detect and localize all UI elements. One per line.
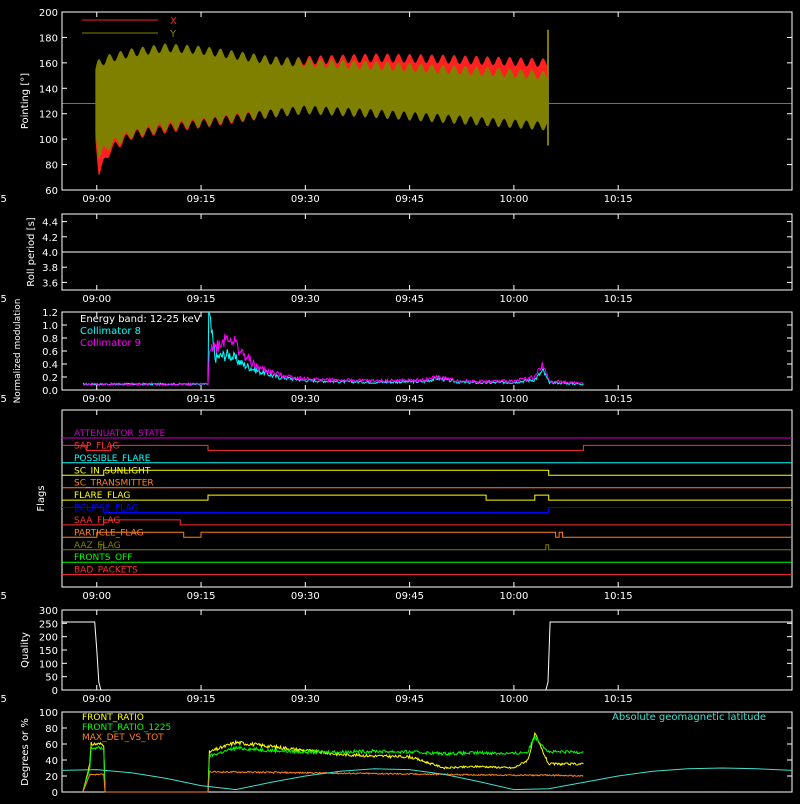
y-tick-label: 20 bbox=[45, 772, 58, 783]
x-tick-label: 09:00 bbox=[82, 294, 111, 305]
y-tick-label: 80 bbox=[45, 724, 58, 735]
x-tick-label: 09:15 bbox=[187, 591, 216, 602]
y-tick-label: 0.4 bbox=[42, 360, 58, 371]
legend-label-ratio: FRONT_RATIO_1225 bbox=[82, 723, 171, 733]
y-tick-label: 160 bbox=[39, 59, 58, 70]
y-tick-label: 120 bbox=[39, 110, 58, 121]
x-tick-label: 08:45 bbox=[0, 591, 7, 602]
y-tick-label: 4.0 bbox=[42, 248, 58, 259]
legend-label-y: Y bbox=[169, 29, 177, 40]
y-tick-label: 180 bbox=[39, 33, 58, 44]
x-tick-label: 09:45 bbox=[395, 694, 424, 705]
y-tick-label: 60 bbox=[45, 740, 58, 751]
y-tick-label: 250 bbox=[39, 619, 58, 630]
y-tick-label: 60 bbox=[45, 186, 58, 197]
x-tick-label: 10:00 bbox=[499, 591, 528, 602]
x-tick-label: 08:45 bbox=[0, 194, 7, 205]
x-tick-label: 09:15 bbox=[187, 294, 216, 305]
flag-label: SAP_FLAG bbox=[74, 441, 119, 451]
x-tick-label: 09:00 bbox=[82, 394, 111, 405]
y-tick-label: 40 bbox=[45, 756, 58, 767]
y-tick-label: 300 bbox=[39, 606, 58, 617]
y-tick-label: 150 bbox=[39, 646, 58, 657]
x-tick-label: 09:30 bbox=[291, 194, 320, 205]
x-tick-label: 08:45 bbox=[0, 394, 7, 405]
x-tick-label: 09:45 bbox=[395, 294, 424, 305]
y-tick-label: 200 bbox=[39, 8, 58, 19]
y-tick-label: 4.4 bbox=[42, 218, 58, 229]
y-axis-label: Roll period [s] bbox=[26, 217, 37, 286]
y-tick-label: 100 bbox=[39, 135, 58, 146]
flag-label: FRONTS_OFF bbox=[74, 553, 132, 563]
y-tick-label: 200 bbox=[39, 633, 58, 644]
x-tick-label: 10:15 bbox=[604, 294, 633, 305]
flag-label: ATTENUATOR_STATE bbox=[74, 429, 166, 439]
x-tick-label: 09:45 bbox=[395, 394, 424, 405]
legend-label-ratio: MAX_DET_VS_TOT bbox=[82, 733, 164, 743]
y-axis-label: Pointing [°] bbox=[20, 73, 31, 129]
y-tick-label: 3.6 bbox=[42, 278, 58, 289]
x-tick-label: 09:30 bbox=[291, 294, 320, 305]
y-tick-label: 140 bbox=[39, 84, 58, 95]
x-tick-label: 09:15 bbox=[187, 194, 216, 205]
y-tick-label: 0.2 bbox=[42, 373, 58, 384]
y-tick-label: 4.2 bbox=[42, 233, 58, 244]
legend-label-latitude: Absolute geomagnetic latitude bbox=[612, 712, 766, 723]
y-tick-label: 100 bbox=[39, 659, 58, 670]
y-tick-label: 0 bbox=[52, 788, 58, 799]
flag-label: BAD_PACKETS bbox=[74, 566, 138, 576]
x-tick-label: 10:15 bbox=[604, 194, 633, 205]
x-tick-label: 09:00 bbox=[82, 591, 111, 602]
x-tick-label: 09:15 bbox=[187, 394, 216, 405]
flag-label: PARTICLE_FLAG bbox=[74, 528, 144, 538]
x-tick-label: 08:45 bbox=[0, 694, 7, 705]
legend-label-collimator: Collimator 9 bbox=[80, 338, 141, 349]
x-tick-label: 09:45 bbox=[395, 591, 424, 602]
y-axis-label: Flags bbox=[36, 485, 47, 511]
flag-label: SC_IN_SUNLIGHT bbox=[74, 466, 151, 476]
y-tick-label: 80 bbox=[45, 161, 58, 172]
legend-label-ratio: FRONT_RATIO bbox=[82, 713, 144, 723]
flag-label: SC_TRANSMITTER bbox=[74, 479, 154, 489]
y-tick-label: 0 bbox=[52, 686, 58, 697]
y-tick-label: 0.8 bbox=[42, 334, 58, 345]
y-axis-label: Degrees or % bbox=[20, 718, 31, 786]
x-tick-label: 10:15 bbox=[604, 591, 633, 602]
x-tick-label: 09:15 bbox=[187, 694, 216, 705]
y-axis-label: Normalized modulation bbox=[13, 299, 23, 404]
x-tick-label: 10:15 bbox=[604, 694, 633, 705]
orbit-summary-chart: 608010012014016018020008:4509:0009:1509:… bbox=[0, 0, 800, 800]
legend-label-x: X bbox=[170, 16, 177, 27]
x-tick-label: 09:00 bbox=[82, 694, 111, 705]
y-tick-label: 1.0 bbox=[42, 321, 58, 332]
legend-title: Energy band: 12-25 keV bbox=[80, 314, 201, 325]
flag-label: AAZ_FLAG bbox=[74, 541, 121, 551]
x-tick-label: 09:30 bbox=[291, 394, 320, 405]
flag-label: ECLIPSE_FLAG bbox=[74, 504, 138, 514]
legend-label-collimator: Collimator 8 bbox=[80, 326, 141, 337]
flag-label: SAA_FLAG bbox=[74, 516, 120, 526]
y-axis-label: Quality bbox=[20, 632, 31, 668]
x-tick-label: 10:00 bbox=[499, 694, 528, 705]
x-tick-label: 10:15 bbox=[604, 394, 633, 405]
y-tick-label: 0.0 bbox=[42, 386, 58, 397]
y-tick-label: 1.2 bbox=[42, 308, 58, 319]
x-tick-label: 10:00 bbox=[499, 294, 528, 305]
flag-label: FLARE_FLAG bbox=[74, 491, 130, 501]
x-tick-label: 09:30 bbox=[291, 694, 320, 705]
y-tick-label: 50 bbox=[45, 673, 58, 684]
x-tick-label: 09:45 bbox=[395, 194, 424, 205]
x-tick-label: 08:45 bbox=[0, 294, 7, 305]
y-tick-label: 3.8 bbox=[42, 263, 58, 274]
flag-label: POSSIBLE_FLARE bbox=[74, 454, 151, 464]
x-tick-label: 09:30 bbox=[291, 591, 320, 602]
x-tick-label: 10:00 bbox=[499, 194, 528, 205]
y-tick-label: 100 bbox=[39, 708, 58, 719]
x-tick-label: 09:00 bbox=[82, 194, 111, 205]
x-tick-label: 10:00 bbox=[499, 394, 528, 405]
y-tick-label: 0.6 bbox=[42, 347, 58, 358]
